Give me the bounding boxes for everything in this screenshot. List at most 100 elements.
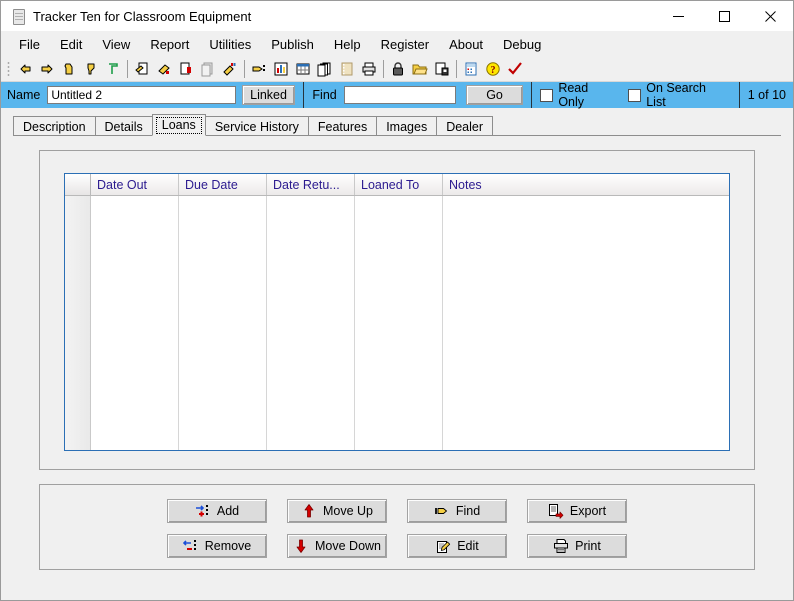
menu-item-report[interactable]: Report xyxy=(140,33,199,56)
maximize-icon[interactable] xyxy=(701,1,747,31)
arrow-down-icon xyxy=(293,538,309,554)
previous-record-icon[interactable] xyxy=(36,58,58,80)
tab-strip: Description Details Loans Service Histor… xyxy=(1,114,793,136)
edit-button-label: Edit xyxy=(457,539,479,553)
action-button-row-top: Add Move Up Find Export xyxy=(40,499,754,523)
close-icon[interactable] xyxy=(747,1,793,31)
menu-item-file[interactable]: File xyxy=(9,33,50,56)
export-document-icon xyxy=(548,503,564,519)
on-search-list-checkbox-box[interactable] xyxy=(628,88,642,102)
lock-icon[interactable] xyxy=(387,58,409,80)
loans-grid-panel: Date Out Due Date Date Retu... Loaned To… xyxy=(39,150,755,470)
tab-dealer[interactable]: Dealer xyxy=(436,116,494,136)
menu-item-utilities[interactable]: Utilities xyxy=(199,33,261,56)
tab-loans[interactable]: Loans xyxy=(151,114,206,136)
window-controls xyxy=(655,1,793,31)
calculator-icon[interactable] xyxy=(460,58,482,80)
menu-item-edit[interactable]: Edit xyxy=(50,33,92,56)
toolbar-grip[interactable] xyxy=(7,61,10,77)
go-button[interactable]: Go xyxy=(465,85,524,105)
find-button[interactable]: Find xyxy=(407,499,507,523)
read-only-checkbox[interactable]: Read Only xyxy=(540,81,614,109)
window-title: Tracker Ten for Classroom Equipment xyxy=(33,8,252,24)
last-record-icon[interactable] xyxy=(80,58,102,80)
first-record-icon[interactable] xyxy=(14,58,36,80)
add-button-label: Add xyxy=(216,504,240,518)
tab-description[interactable]: Description xyxy=(13,116,96,136)
table-view-icon[interactable] xyxy=(292,58,314,80)
linked-button[interactable]: Linked xyxy=(241,85,296,105)
copy-record-icon[interactable] xyxy=(131,58,153,80)
menu-item-register[interactable]: Register xyxy=(371,33,439,56)
new-record-icon[interactable] xyxy=(102,58,124,80)
export-button[interactable]: Export xyxy=(527,499,627,523)
arrow-up-icon xyxy=(301,503,317,519)
application-window: Tracker Ten for Classroom Equipment File… xyxy=(0,0,794,601)
record-info-bar: Name Linked Find Go Read Only On Search … xyxy=(1,81,793,109)
menu-item-about[interactable]: About xyxy=(439,33,493,56)
move-down-button[interactable]: Move Down xyxy=(287,534,387,558)
spell-check-icon[interactable] xyxy=(219,58,241,80)
toolbar-separator xyxy=(127,60,128,78)
read-only-checkbox-box[interactable] xyxy=(540,88,554,102)
column-header-loaned-to[interactable]: Loaned To xyxy=(355,174,443,195)
menu-item-publish[interactable]: Publish xyxy=(261,33,324,56)
loans-actions-panel: Add Move Up Find Export Remove Move Down… xyxy=(39,484,755,570)
paste-record-icon[interactable] xyxy=(153,58,175,80)
save-icon[interactable] xyxy=(431,58,453,80)
name-input[interactable] xyxy=(47,86,236,104)
duplicate-record-icon[interactable] xyxy=(197,58,219,80)
pointing-hand-icon xyxy=(434,503,450,519)
grid-column-date-out xyxy=(91,196,179,450)
help-icon[interactable]: ? xyxy=(482,58,504,80)
row-selector-header xyxy=(65,174,91,195)
loans-grid-body[interactable] xyxy=(65,196,729,450)
infobar-divider xyxy=(531,82,533,108)
find-input[interactable] xyxy=(343,86,456,104)
move-up-button[interactable]: Move Up xyxy=(287,499,387,523)
tab-label: Details xyxy=(104,119,143,134)
toolbar-separator xyxy=(456,60,457,78)
printer-icon xyxy=(553,538,569,554)
grid-column-loaned-to xyxy=(355,196,443,450)
edit-button[interactable]: Edit xyxy=(407,534,507,558)
tab-service-history[interactable]: Service History xyxy=(204,116,309,136)
menu-bar: File Edit View Report Utilities Publish … xyxy=(1,31,793,57)
focus-ring xyxy=(155,117,202,134)
column-header-notes[interactable]: Notes xyxy=(443,174,729,195)
multi-copy-icon[interactable] xyxy=(314,58,336,80)
chart-icon[interactable] xyxy=(270,58,292,80)
export-button-label: Export xyxy=(569,504,607,518)
grid-column-due-date xyxy=(179,196,267,450)
check-icon[interactable] xyxy=(504,58,526,80)
minimize-icon[interactable] xyxy=(655,1,701,31)
tab-features[interactable]: Features xyxy=(307,116,378,136)
tab-label: Features xyxy=(317,119,368,134)
add-row-icon xyxy=(195,503,211,519)
next-record-icon[interactable] xyxy=(58,58,80,80)
column-header-date-returned[interactable]: Date Retu... xyxy=(267,174,355,195)
remove-button[interactable]: Remove xyxy=(167,534,267,558)
on-search-list-checkbox[interactable]: On Search List xyxy=(628,81,725,109)
add-button[interactable]: Add xyxy=(167,499,267,523)
toolbar-separator xyxy=(383,60,384,78)
tab-label: Service History xyxy=(214,119,299,134)
menu-item-help[interactable]: Help xyxy=(324,33,371,56)
column-header-due-date[interactable]: Due Date xyxy=(179,174,267,195)
tab-images[interactable]: Images xyxy=(376,116,438,136)
find-icon[interactable] xyxy=(248,58,270,80)
filmstrip-icon[interactable] xyxy=(336,58,358,80)
print-preview-icon[interactable] xyxy=(358,58,380,80)
delete-record-icon[interactable] xyxy=(175,58,197,80)
tab-details[interactable]: Details xyxy=(94,116,153,136)
menu-item-view[interactable]: View xyxy=(92,33,140,56)
open-folder-icon[interactable] xyxy=(409,58,431,80)
print-button[interactable]: Print xyxy=(527,534,627,558)
move-up-button-label: Move Up xyxy=(322,504,374,518)
remove-button-label: Remove xyxy=(204,539,252,553)
grid-column-date-returned xyxy=(267,196,355,450)
loans-grid[interactable]: Date Out Due Date Date Retu... Loaned To… xyxy=(64,173,730,451)
column-header-date-out[interactable]: Date Out xyxy=(91,174,179,195)
menu-item-debug[interactable]: Debug xyxy=(493,33,551,56)
tab-label: Dealer xyxy=(446,119,484,134)
